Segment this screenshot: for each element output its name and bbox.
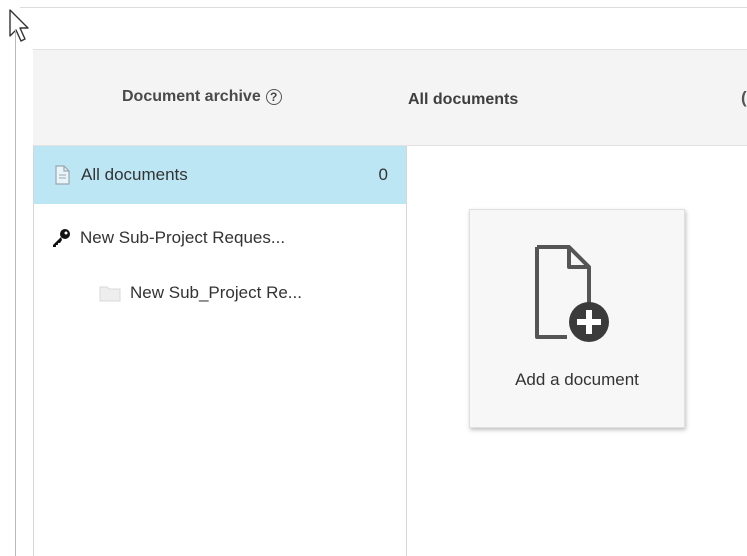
archive-title-group: Document archive ? — [122, 88, 282, 106]
tree-item-all-documents[interactable]: All documents 0 — [34, 146, 406, 204]
archive-header: Document archive ? All documents ( — [33, 49, 747, 146]
folder-icon — [99, 286, 121, 302]
window-top-border — [20, 7, 747, 8]
help-icon[interactable]: ? — [265, 89, 282, 105]
current-view-title: All documents — [408, 91, 519, 108]
key-icon — [53, 229, 70, 247]
tree-item-sub-project-folder[interactable]: New Sub_Project Re... — [34, 264, 406, 322]
tree-item-label: New Sub_Project Re... — [130, 283, 302, 302]
document-area: Add a document — [407, 146, 747, 556]
window-left-border — [15, 30, 16, 556]
tree-item-sub-project-request[interactable]: New Sub-Project Reques... — [34, 209, 406, 267]
add-document-button[interactable]: Add a document — [469, 209, 685, 428]
mouse-cursor-icon — [9, 9, 29, 42]
document-count: 0 — [378, 165, 388, 184]
archive-title: Document archive — [122, 88, 261, 105]
document-icon — [55, 165, 70, 185]
add-document-label: Add a document — [515, 370, 639, 389]
truncated-header-element[interactable]: ( — [741, 88, 747, 108]
tree-item-label: All documents — [81, 165, 188, 184]
tree-item-label: New Sub-Project Reques... — [80, 228, 286, 247]
folder-tree-sidebar: All documents 0 New Sub-Project Reques..… — [33, 146, 407, 556]
add-document-icon — [535, 245, 609, 342]
